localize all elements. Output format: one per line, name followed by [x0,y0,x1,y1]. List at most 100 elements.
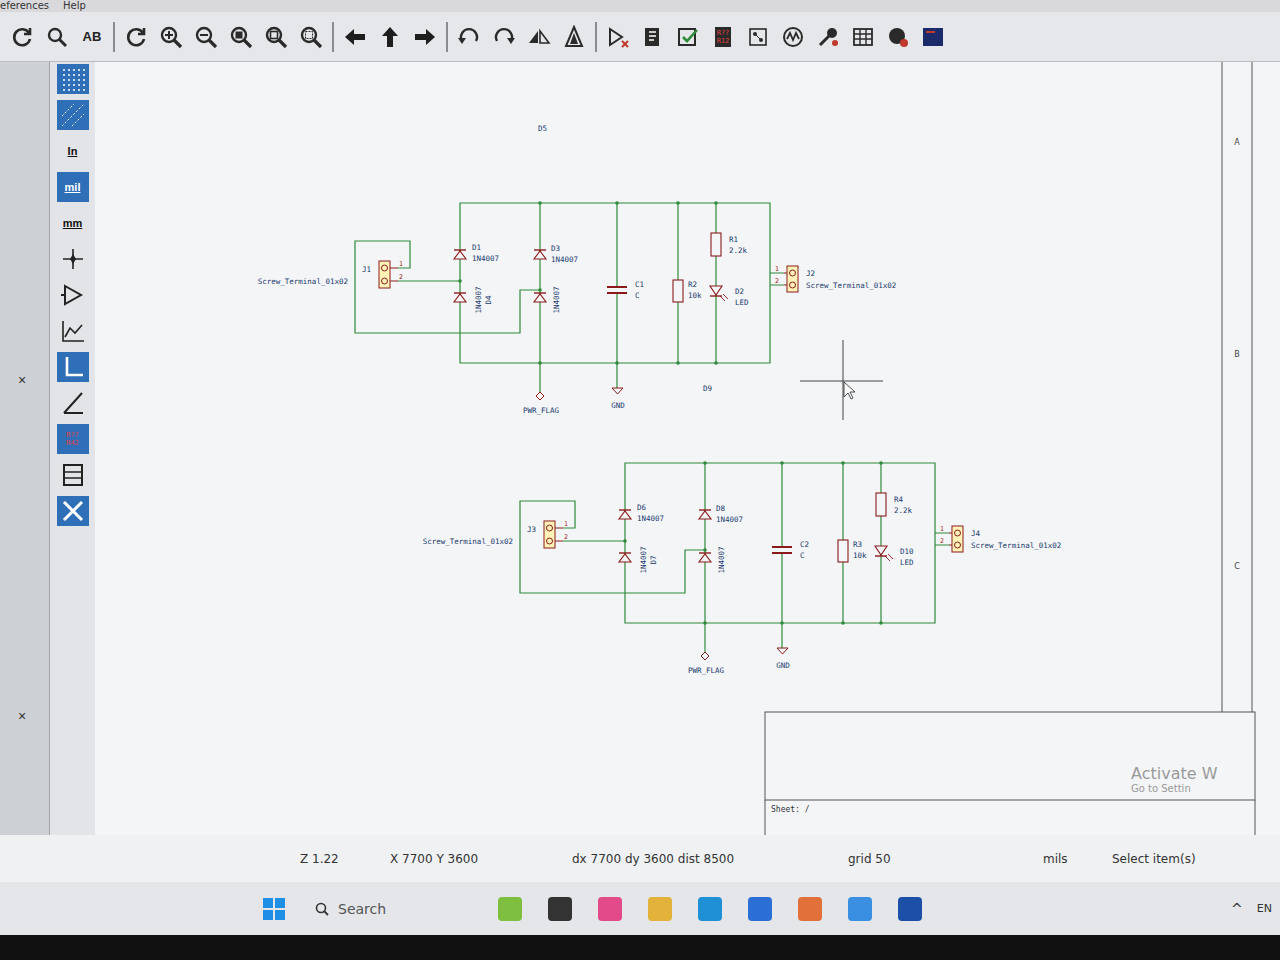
arrow-left-button[interactable] [341,23,369,51]
capacitor-ref: C2 [800,540,809,549]
arrow-up-button[interactable] [376,23,404,51]
diode[interactable] [534,293,546,302]
input-connector[interactable] [379,261,398,288]
taskbar-search[interactable]: Search [314,901,474,917]
led[interactable] [710,286,728,301]
ground-symbol[interactable] [777,648,788,654]
close-tool-button[interactable] [57,496,89,526]
annotate-tool-button[interactable]: R??R42 [57,424,89,454]
taskbar-app-icon[interactable] [848,897,872,921]
units-tool-button[interactable]: mil [57,172,89,202]
zoom-selection-button[interactable] [297,23,325,51]
current-action: Select item(s) [1112,852,1280,866]
table-tool-button[interactable] [57,460,89,490]
taskbar-app-icon[interactable] [498,897,522,921]
grid-tool-button[interactable] [57,64,89,94]
panel-close-button[interactable]: × [0,372,26,388]
output-connector[interactable] [784,266,798,292]
symbol-button[interactable] [604,23,632,51]
line-tool-button[interactable] [57,352,89,382]
input-connector[interactable] [544,521,563,548]
taskbar-app-icon[interactable] [548,897,572,921]
check-button[interactable] [674,23,702,51]
output-connector[interactable] [949,526,963,552]
find-replace-button[interactable]: AB [78,23,106,51]
capacitor[interactable] [772,547,792,553]
pin-tool-button[interactable] [57,280,89,310]
grid-alt-icon [60,102,86,128]
rotate-right-button[interactable] [490,23,518,51]
mirror-h-icon [527,25,551,49]
diode[interactable] [454,293,466,302]
mirror-v-button[interactable] [560,23,588,51]
panel-close-button[interactable]: × [0,708,26,724]
refresh-button[interactable] [122,23,150,51]
taskbar-app-icon[interactable] [748,897,772,921]
diode[interactable] [699,553,711,562]
windows-start-icon[interactable] [262,897,286,921]
power-flag-symbol[interactable] [701,652,709,660]
close-icon [60,498,86,524]
taskbar-app-icon[interactable] [598,897,622,921]
power-flag-symbol[interactable] [536,392,544,400]
taskbar-app-icon[interactable] [898,897,922,921]
units-tool-button[interactable]: mm [57,208,89,238]
tool-icon [816,25,840,49]
tool-button[interactable] [814,23,842,51]
language-indicator[interactable]: EN [1257,902,1272,915]
sheet-button[interactable] [639,23,667,51]
simulate-button[interactable] [779,23,807,51]
junction-dot [714,361,718,365]
crosshair-cursor [800,340,883,420]
toolbar-separator [113,22,115,52]
connector-value: Screw_Terminal_01x02 [258,277,348,286]
cursor-tool-button[interactable] [57,244,89,274]
refresh-icon [124,25,148,49]
tray-expand-button[interactable]: ^ [1231,901,1243,917]
diode-value: 1N4007 [637,514,664,523]
rotate-left-button[interactable] [455,23,483,51]
resistor[interactable] [838,540,848,562]
find-button[interactable] [43,23,71,51]
netlist-button[interactable] [744,23,772,51]
menu-item[interactable]: eferences [0,0,49,12]
arrow-right-button[interactable] [411,23,439,51]
taskbar-app-icon[interactable] [698,897,722,921]
zoom-object-button[interactable] [262,23,290,51]
diode[interactable] [534,250,546,259]
diode[interactable] [619,553,631,562]
resistor[interactable] [711,233,721,256]
taskbar-app-icon[interactable] [648,897,672,921]
panel-button[interactable] [919,23,947,51]
graph-tool-button[interactable] [57,316,89,346]
zoom-out-button[interactable] [192,23,220,51]
globe-button[interactable] [884,23,912,51]
resistor[interactable] [673,280,683,302]
table-button[interactable] [849,23,877,51]
connector-value: Screw_Terminal_01x02 [971,541,1061,550]
taskbar-app-icon[interactable] [798,897,822,921]
led[interactable] [875,546,893,561]
diode[interactable] [699,510,711,519]
line-icon [60,354,86,380]
annotate-button[interactable]: R??R12 [709,23,737,51]
mirror-h-button[interactable] [525,23,553,51]
capacitor[interactable] [607,287,627,293]
diode[interactable] [619,510,631,519]
title-block [765,712,1255,800]
zoom-fit-button[interactable] [227,23,255,51]
angle-tool-button[interactable] [57,388,89,418]
title-block-row [765,800,1255,835]
zoom-in-button[interactable] [157,23,185,51]
capacitor-value: C [800,551,805,560]
cursor-delta: dx 7700 dy 3600 dist 8500 [572,852,848,866]
schematic-canvas[interactable]: ABCSheet: /D512J1Screw_Terminal_01x02D11… [95,62,1280,835]
resistor[interactable] [876,493,886,516]
ground-symbol[interactable] [612,388,623,394]
grid-alt-tool-button[interactable] [57,100,89,130]
menu-item[interactable]: Help [63,0,86,12]
units-tool-button[interactable]: In [57,136,89,166]
diode[interactable] [454,250,466,259]
junction-dot [703,621,707,625]
refresh-button[interactable] [8,23,36,51]
